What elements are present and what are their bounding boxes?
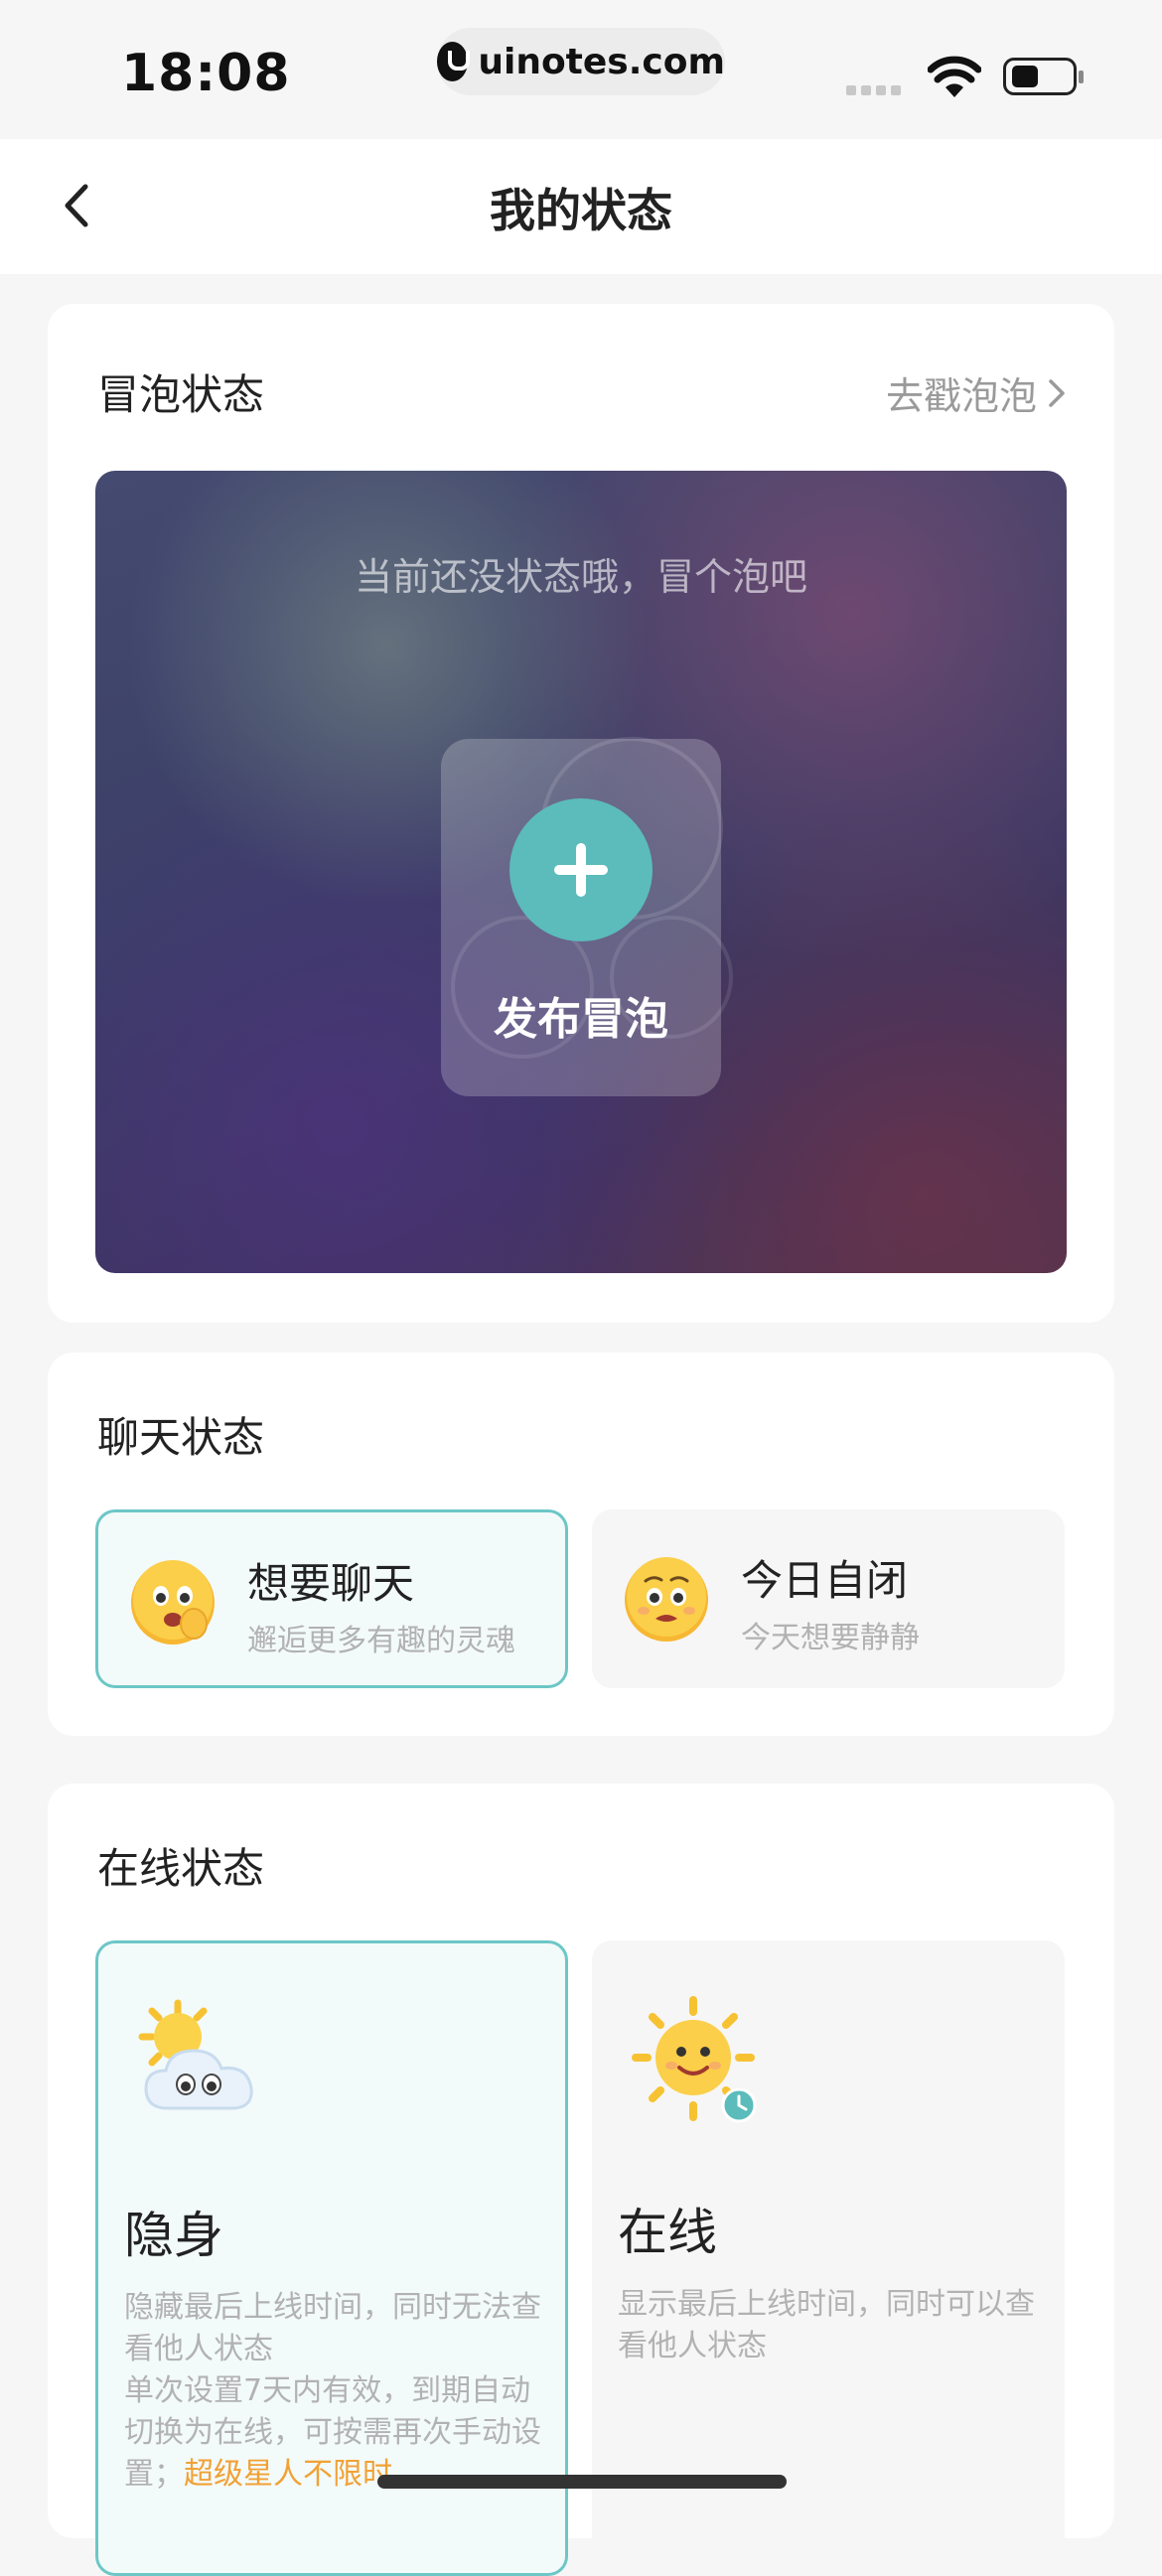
chevron-right-icon [1049, 378, 1065, 407]
chat-option-want-chat[interactable]: 想要聊天 邂逅更多有趣的灵魂 [95, 1509, 568, 1688]
chatty-face-icon [131, 1560, 215, 1645]
chat-option-title: 今日自闭 [741, 1556, 909, 1605]
sun-clock-icon [632, 1996, 757, 2123]
invisible-desc-line1: 隐藏最后上线时间，同时无法查看他人状态 [124, 2290, 541, 2366]
vip-unlimited-link[interactable]: 超级星人不限时 [184, 2457, 392, 2492]
online-status-card: 在线状态 隐身 隐藏最后上线时间，同时无法查看他人状态 单次设置7天内有效，到期… [48, 1784, 1114, 2576]
publish-bubble-button[interactable]: 发布冒泡 [441, 739, 721, 1096]
online-option-description: 显示最后上线时间，同时可以查看他人状态 [618, 2287, 1035, 2363]
bubble-section-title: 冒泡状态 [97, 370, 265, 419]
status-bar: 18:08 uinotes.com [0, 0, 1162, 139]
home-indicator[interactable] [377, 2475, 787, 2489]
wifi-icon [928, 56, 981, 97]
plus-icon [509, 798, 653, 941]
url-text: uinotes.com [478, 41, 725, 82]
poke-bubble-label: 去戳泡泡 [885, 374, 1037, 418]
online-option-description: 隐藏最后上线时间，同时无法查看他人状态 单次设置7天内有效，到期自动切换为在线，… [124, 2287, 541, 2496]
url-pill[interactable]: uinotes.com [437, 28, 725, 95]
online-option-title: 隐身 [124, 2207, 223, 2264]
bubble-stage: 当前还没状态哦，冒个泡吧 发布冒泡 [95, 471, 1067, 1273]
online-option-title: 在线 [618, 2204, 717, 2261]
signal-icon [846, 85, 901, 95]
chat-option-subtitle: 今天想要静静 [741, 1621, 920, 1655]
chat-status-card: 聊天状态 想要聊天 邂逅更多有趣的灵魂 今日自闭 今天想要静静 [48, 1353, 1114, 1736]
status-time: 18:08 [121, 44, 291, 103]
chat-section-title: 聊天状态 [97, 1413, 265, 1462]
bubble-status-card: 冒泡状态 去戳泡泡 当前还没状态哦，冒个泡吧 发布冒泡 [48, 304, 1114, 1323]
battery-icon [1003, 58, 1084, 95]
online-section-title: 在线状态 [97, 1844, 265, 1893]
publish-bubble-label: 发布冒泡 [494, 994, 668, 1045]
poke-bubble-link[interactable]: 去戳泡泡 [886, 365, 1067, 420]
pleading-face-icon [625, 1557, 708, 1642]
chat-option-subtitle: 邂逅更多有趣的灵魂 [247, 1624, 515, 1658]
nav-bar: 我的状态 [0, 139, 1162, 274]
chat-option-title: 想要聊天 [247, 1559, 415, 1608]
sun-behind-cloud-icon [138, 1999, 253, 2110]
page-title: 我的状态 [490, 184, 672, 237]
site-logo-icon [437, 42, 471, 81]
empty-bubble-hint: 当前还没状态哦，冒个泡吧 [354, 555, 807, 599]
chat-option-do-not-disturb[interactable]: 今日自闭 今天想要静静 [592, 1509, 1065, 1688]
